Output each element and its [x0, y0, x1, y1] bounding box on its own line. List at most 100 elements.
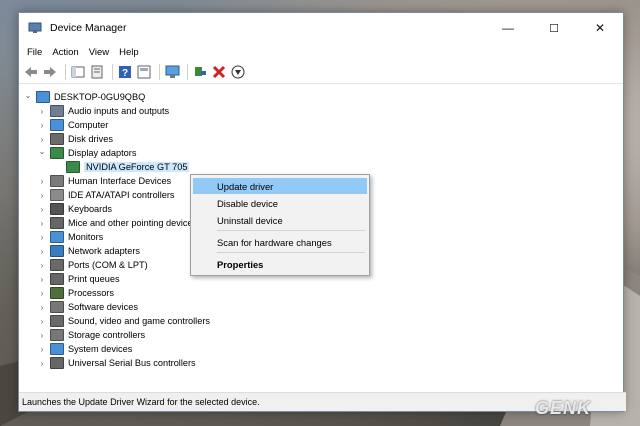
- expanded-arrow-icon[interactable]: ⌄: [37, 147, 47, 156]
- expanded-arrow-icon[interactable]: ⌄: [23, 91, 33, 100]
- printer-icon: [50, 273, 64, 285]
- properties-icon[interactable]: [89, 64, 105, 80]
- tree-category-label: Monitors: [68, 232, 104, 242]
- toolbar-divider: [112, 64, 113, 80]
- collapsed-arrow-icon[interactable]: ›: [37, 275, 47, 284]
- menu-item-update-driver[interactable]: Update driver: [193, 178, 367, 194]
- action-pane-icon[interactable]: [136, 64, 152, 80]
- keyboard-icon: [50, 203, 64, 215]
- collapsed-arrow-icon[interactable]: ›: [37, 219, 47, 228]
- tree-category-label: Sound, video and game controllers: [68, 316, 210, 326]
- menu-view[interactable]: View: [84, 47, 114, 58]
- system-device-icon: [50, 343, 64, 355]
- menu-help[interactable]: Help: [114, 47, 144, 58]
- tree-root-label: DESKTOP-0GU9QBQ: [54, 92, 146, 102]
- tree-category[interactable]: ⌄ Display adaptors: [37, 146, 136, 160]
- maximize-button[interactable]: ☐: [531, 13, 577, 43]
- genk-watermark-logo: GENK: [535, 398, 592, 418]
- tree-category-label: Storage controllers: [68, 330, 146, 340]
- tree-category[interactable]: › Audio inputs and outputs: [37, 104, 169, 118]
- toolbar-divider: [187, 64, 188, 80]
- tree-category[interactable]: › Monitors: [37, 230, 103, 244]
- forward-icon[interactable]: [42, 64, 58, 80]
- back-icon[interactable]: [23, 64, 39, 80]
- scan-download-icon[interactable]: [230, 64, 246, 80]
- tree-category[interactable]: › Storage controllers: [37, 328, 145, 342]
- tree-category-label: Display adaptors: [68, 148, 137, 158]
- show-hide-console-tree-icon[interactable]: [70, 64, 86, 80]
- collapsed-arrow-icon[interactable]: ›: [37, 317, 47, 326]
- tree-category-label: Ports (COM & LPT): [68, 260, 148, 270]
- collapsed-arrow-icon[interactable]: ›: [37, 261, 47, 270]
- collapsed-arrow-icon[interactable]: ›: [37, 135, 47, 144]
- collapsed-arrow-icon[interactable]: ›: [37, 345, 47, 354]
- update-driver-icon[interactable]: [192, 64, 208, 80]
- collapsed-arrow-icon[interactable]: ›: [37, 177, 47, 186]
- menu-separator: [217, 230, 365, 231]
- tree-category[interactable]: › Print queues: [37, 272, 120, 286]
- collapsed-arrow-icon[interactable]: ›: [37, 191, 47, 200]
- toolbar-divider: [159, 64, 160, 80]
- tree-root[interactable]: ⌄ DESKTOP-0GU9QBQ: [23, 90, 145, 104]
- tree-category-label: System devices: [68, 344, 133, 354]
- tree-category[interactable]: › Human Interface Devices: [37, 174, 171, 188]
- menu-item-uninstall-device[interactable]: Uninstall device: [193, 212, 367, 228]
- tree-category[interactable]: › Keyboards: [37, 202, 112, 216]
- context-menu: Update driver Disable device Uninstall d…: [190, 174, 370, 276]
- menu-item-scan-hardware[interactable]: Scan for hardware changes: [193, 234, 367, 250]
- collapsed-arrow-icon[interactable]: ›: [37, 289, 47, 298]
- tree-category[interactable]: › Universal Serial Bus controllers: [37, 356, 196, 370]
- display-adapter-icon: [66, 161, 80, 173]
- collapsed-arrow-icon[interactable]: ›: [37, 303, 47, 312]
- tree-category-label: IDE ATA/ATAPI controllers: [68, 190, 175, 200]
- tree-category-label: Universal Serial Bus controllers: [68, 358, 196, 368]
- tree-category-label: Processors: [68, 288, 114, 298]
- collapsed-arrow-icon[interactable]: ›: [37, 121, 47, 130]
- close-button[interactable]: ✕: [577, 13, 623, 43]
- processor-icon: [50, 287, 64, 299]
- mouse-icon: [50, 217, 64, 229]
- collapsed-arrow-icon[interactable]: ›: [37, 331, 47, 340]
- menu-item-properties[interactable]: Properties: [193, 256, 367, 272]
- tree-category[interactable]: › Sound, video and game controllers: [37, 314, 210, 328]
- menu-action[interactable]: Action: [47, 47, 83, 58]
- uninstall-icon[interactable]: [211, 64, 227, 80]
- port-icon: [50, 259, 64, 271]
- status-text: Launches the Update Driver Wizard for th…: [22, 397, 260, 407]
- tree-category[interactable]: › Network adapters: [37, 244, 140, 258]
- tree-category[interactable]: › Mice and other pointing devices: [37, 216, 197, 230]
- tree-category[interactable]: › Computer: [37, 118, 108, 132]
- help-icon[interactable]: ?: [117, 64, 133, 80]
- collapsed-arrow-icon[interactable]: ›: [37, 205, 47, 214]
- software-device-icon: [50, 301, 64, 313]
- tree-device-item[interactable]: NVIDIA GeForce GT 705: [63, 160, 190, 174]
- tree-device-label: NVIDIA GeForce GT 705: [84, 162, 190, 172]
- tree-category[interactable]: › System devices: [37, 342, 132, 356]
- ide-controller-icon: [50, 189, 64, 201]
- minimize-button[interactable]: —: [485, 13, 531, 43]
- menu-item-disable-device[interactable]: Disable device: [193, 195, 367, 211]
- collapsed-arrow-icon[interactable]: ›: [37, 247, 47, 256]
- device-manager-icon: [28, 22, 42, 34]
- tree-category-label: Computer: [68, 120, 109, 130]
- tree-category[interactable]: › IDE ATA/ATAPI controllers: [37, 188, 175, 202]
- tree-category[interactable]: › Processors: [37, 286, 114, 300]
- tree-category-label: Software devices: [68, 302, 138, 312]
- speaker-icon: [50, 105, 64, 117]
- collapsed-arrow-icon[interactable]: ›: [37, 359, 47, 368]
- collapsed-arrow-icon[interactable]: ›: [37, 107, 47, 116]
- collapsed-arrow-icon[interactable]: ›: [37, 233, 47, 242]
- hid-icon: [50, 175, 64, 187]
- title-bar[interactable]: Device Manager — ☐ ✕: [19, 13, 623, 43]
- tree-category-label: Network adapters: [68, 246, 141, 256]
- menu-bar: File Action View Help: [19, 43, 623, 61]
- device-manager-window: Device Manager — ☐ ✕ File Action View He…: [18, 12, 626, 412]
- tree-category-label: Human Interface Devices: [68, 176, 172, 186]
- tree-category[interactable]: › Ports (COM & LPT): [37, 258, 148, 272]
- toolbar: ?: [19, 61, 623, 84]
- tree-category[interactable]: › Software devices: [37, 300, 138, 314]
- menu-file[interactable]: File: [22, 47, 47, 58]
- computer-monitor-icon[interactable]: [164, 64, 180, 80]
- tree-category[interactable]: › Disk drives: [37, 132, 113, 146]
- usb-icon: [50, 357, 64, 369]
